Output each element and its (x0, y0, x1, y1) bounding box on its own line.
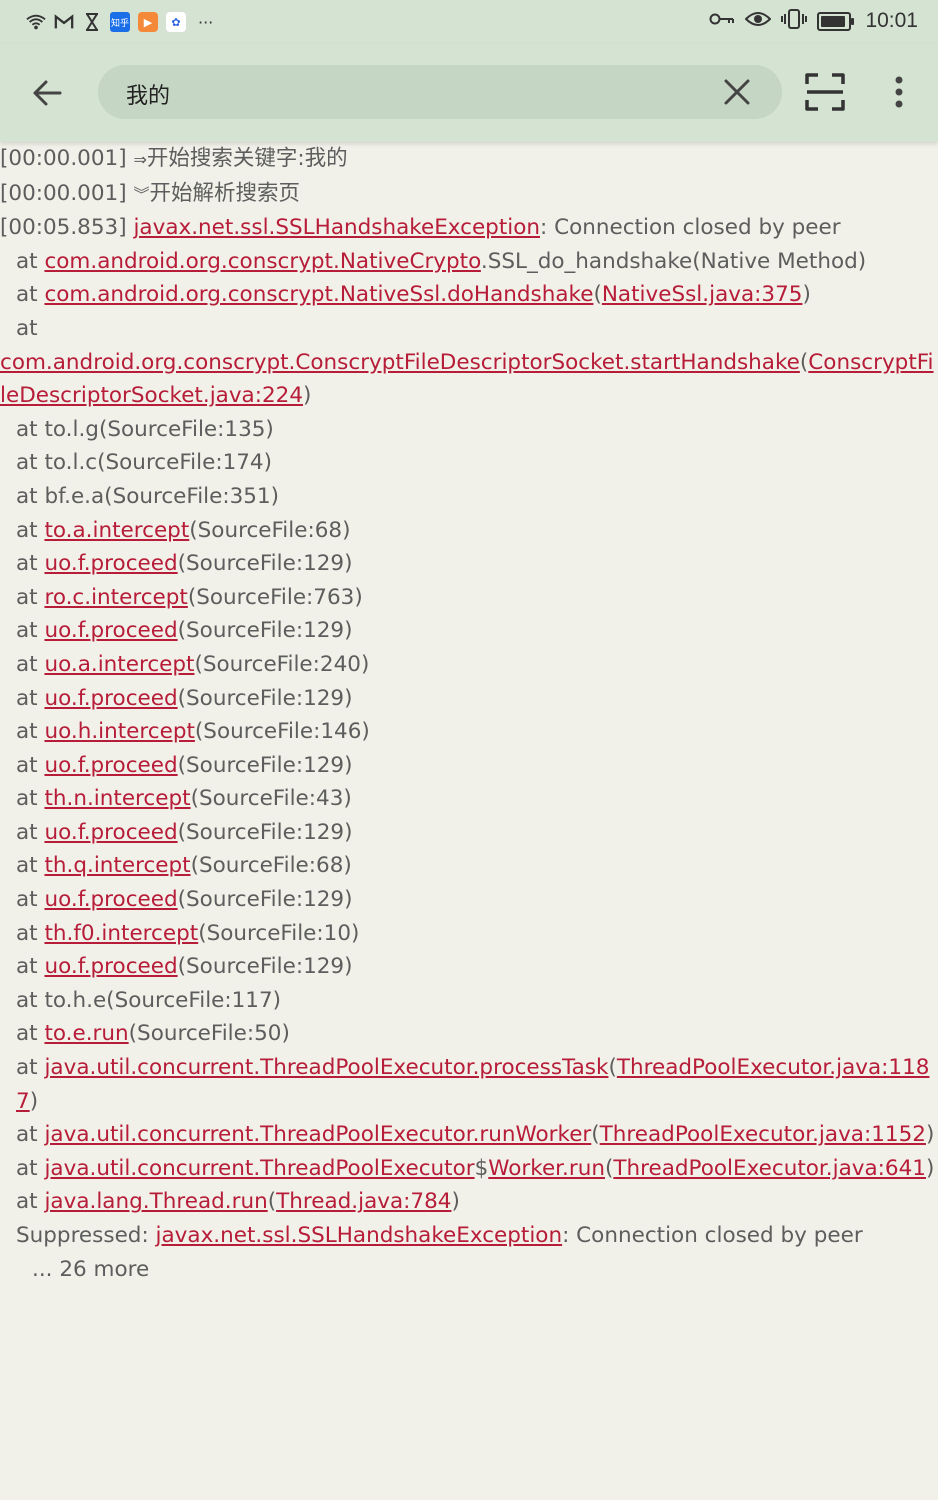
stack-frame: at uo.f.proceed(SourceFile:129) (16, 685, 353, 711)
vibrate-icon (781, 9, 808, 33)
stack-frame: at uo.f.proceed(SourceFile:129) (16, 887, 353, 913)
source-link[interactable]: NativeSsl.java:375 (602, 282, 803, 307)
stack-frame: at uo.f.proceed(SourceFile:129) (16, 954, 353, 980)
battery-icon (817, 11, 855, 31)
eye-icon (745, 10, 772, 32)
more-options-button[interactable] (884, 70, 914, 114)
status-bar: 知乎 ▶ ✿ ··· 10:01 (0, 0, 938, 44)
stack-frame: at to.e.run(SourceFile:50) (16, 1021, 290, 1047)
stack-frame: at java.util.concurrent.ThreadPoolExecut… (16, 1122, 935, 1148)
frame-link[interactable]: uo.f.proceed (44, 820, 177, 845)
stack-frame: at th.q.intercept(SourceFile:68) (16, 853, 352, 879)
frame-link[interactable]: th.n.intercept (44, 786, 190, 811)
log-line: [00:00.001] ︾开始解析搜索页 (0, 180, 300, 206)
stack-frame: at th.f0.intercept(SourceFile:10) (16, 920, 360, 946)
close-icon (724, 79, 750, 105)
frame-link[interactable]: to.e.run (44, 1021, 128, 1046)
stack-frame: at to.l.c(SourceFile:174) (16, 450, 272, 476)
frame-link[interactable]: com.android.org.conscrypt.NativeSsl.doHa… (44, 282, 593, 307)
video-app-icon: ▶ (138, 12, 158, 32)
frame-link[interactable]: java.lang.Thread.run (44, 1189, 267, 1214)
stack-frame: at to.a.intercept(SourceFile:68) (16, 517, 351, 543)
frame-link[interactable]: uo.f.proceed (44, 887, 177, 912)
clock: 10:01 (865, 9, 918, 32)
status-left-icons: 知乎 ▶ ✿ ··· (26, 8, 213, 36)
stack-frame: at to.l.g(SourceFile:135) (16, 416, 274, 442)
stack-frame: at java.lang.Thread.run(Thread.java:784) (16, 1189, 460, 1215)
search-input-value[interactable]: 我的 (126, 78, 170, 110)
stack-frame-list: at to.a.intercept(SourceFile:68) at uo.f.… (0, 514, 938, 984)
exception-link[interactable]: javax.net.ssl.SSLHandshakeException (156, 1223, 563, 1248)
stack-frame: at uo.f.proceed(SourceFile:129) (16, 551, 353, 577)
more-frames-line: ... 26 more (32, 1256, 150, 1282)
stack-frame: at com.android.org.conscrypt.NativeCrypt… (16, 248, 867, 274)
scan-icon (805, 73, 845, 111)
zhihu-app-icon: 知乎 (110, 12, 130, 32)
frame-link[interactable]: com.android.org.conscrypt.NativeCrypto (44, 249, 480, 274)
stack-frame: at bf.e.a(SourceFile:351) (16, 483, 280, 509)
search-log: [00:00.001] ⇒开始搜索关键字:我的 [00:00.001] ︾开始解… (0, 142, 938, 1500)
chevrons-down-icon: ︾ (133, 184, 150, 204)
stack-frame: at ro.c.intercept(SourceFile:763) (16, 584, 363, 610)
frame-link[interactable]: java.util.concurrent.ThreadPoolExecutor (44, 1156, 474, 1181)
stack-frame: at th.n.intercept(SourceFile:43) (16, 786, 352, 812)
stack-frame: at uo.a.intercept(SourceFile:240) (16, 651, 370, 677)
frame-link[interactable]: uo.f.proceed (44, 618, 177, 643)
log-line: [00:05.853] javax.net.ssl.SSLHandshakeEx… (0, 215, 841, 241)
log-line: [00:00.001] ⇒开始搜索关键字:我的 (0, 146, 348, 171)
more-vert-icon (895, 76, 903, 108)
gmail-icon (54, 12, 74, 32)
hourglass-icon (82, 12, 102, 32)
suppressed-line: Suppressed: javax.net.ssl.SSLHandshakeEx… (16, 1223, 863, 1248)
exception-link[interactable]: javax.net.ssl.SSLHandshakeException (133, 215, 540, 240)
frame-link[interactable]: Worker.run (488, 1156, 605, 1181)
status-right-icons: 10:01 (709, 6, 918, 36)
stack-frame-at: at (16, 315, 38, 341)
frame-link[interactable]: com.android.org.conscrypt.ConscryptFileD… (0, 350, 800, 375)
arrow-right-icon: ⇒ (133, 150, 147, 169)
back-button[interactable] (26, 71, 72, 115)
frame-link[interactable]: uo.f.proceed (44, 954, 177, 979)
stack-frame: at uo.h.intercept(SourceFile:146) (16, 719, 370, 745)
stack-frame: at com.android.org.conscrypt.NativeSsl.d… (16, 282, 811, 308)
wifi-icon (26, 12, 46, 32)
frame-link[interactable]: ro.c.intercept (44, 585, 187, 610)
stack-frame-wrapped: com.android.org.conscrypt.ConscryptFileD… (0, 349, 934, 409)
scan-button[interactable] (802, 70, 848, 114)
frame-link[interactable]: java.util.concurrent.ThreadPoolExecutor.… (44, 1122, 591, 1147)
frame-link[interactable]: uo.h.intercept (44, 719, 194, 744)
frame-link[interactable]: java.util.concurrent.ThreadPoolExecutor.… (44, 1055, 608, 1080)
key-icon (709, 11, 735, 31)
stack-frame: at uo.f.proceed(SourceFile:129) (16, 819, 353, 845)
source-link[interactable]: ThreadPoolExecutor.java:1152 (600, 1122, 926, 1147)
source-link[interactable]: Thread.java:784 (276, 1189, 451, 1214)
frame-link[interactable]: uo.f.proceed (44, 686, 177, 711)
arrow-left-icon (33, 80, 62, 106)
frame-link[interactable]: to.a.intercept (44, 518, 189, 543)
stack-frame: at uo.f.proceed(SourceFile:129) (16, 618, 353, 644)
baidu-app-icon: ✿ (166, 12, 186, 32)
frame-link[interactable]: uo.f.proceed (44, 753, 177, 778)
clear-search-button[interactable] (722, 77, 752, 107)
frame-link[interactable]: uo.a.intercept (44, 652, 194, 677)
stack-frame: at java.util.concurrent.ThreadPoolExecut… (16, 1055, 930, 1114)
frame-link[interactable]: uo.f.proceed (44, 551, 177, 576)
more-notifications-icon: ··· (198, 12, 214, 32)
frame-link[interactable]: th.q.intercept (44, 853, 190, 878)
stack-frame: at java.util.concurrent.ThreadPoolExecut… (16, 1155, 935, 1181)
stack-frame: at to.h.e(SourceFile:117) (16, 987, 282, 1013)
search-input[interactable]: 我的 (98, 65, 782, 119)
stack-frame: at uo.f.proceed(SourceFile:129) (16, 752, 353, 778)
search-toolbar: 我的 (0, 44, 938, 142)
source-link[interactable]: ThreadPoolExecutor.java:641 (613, 1156, 926, 1181)
frame-link[interactable]: th.f0.intercept (44, 921, 198, 946)
